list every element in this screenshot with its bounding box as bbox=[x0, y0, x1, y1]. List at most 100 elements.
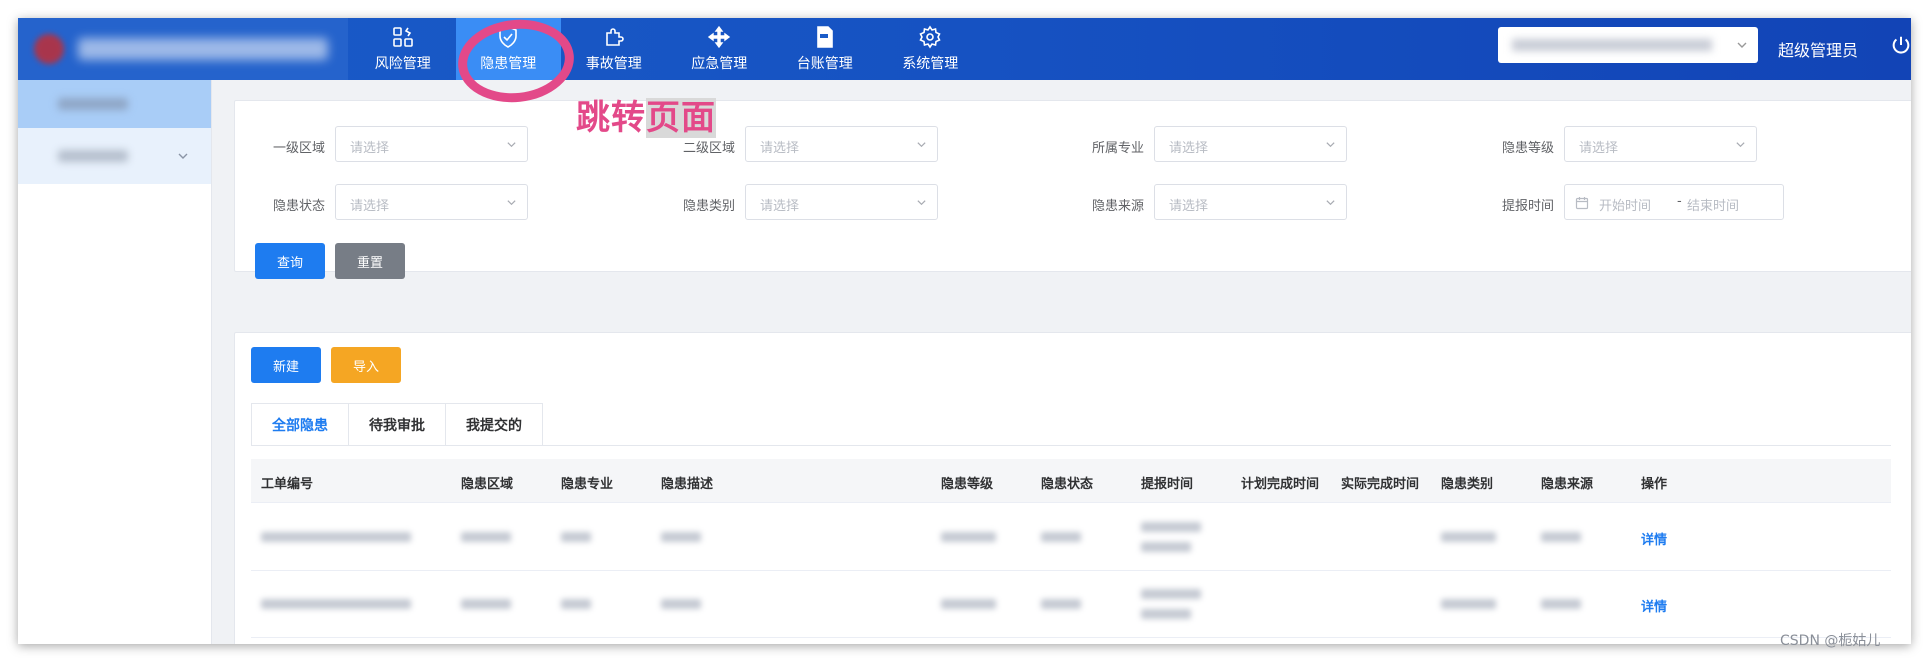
user-name[interactable]: 超级管理员 bbox=[1778, 37, 1858, 61]
nav-label: 台账管理 bbox=[796, 56, 853, 72]
sidebar bbox=[18, 80, 212, 644]
risk-icon bbox=[392, 27, 413, 47]
col-hazard-category: 隐患类别 bbox=[1441, 477, 1494, 492]
organization-select[interactable] bbox=[1498, 27, 1758, 63]
tab-my-submissions[interactable]: 我提交的 bbox=[446, 404, 542, 446]
cell-blurred bbox=[561, 532, 591, 542]
nav-label: 风险管理 bbox=[374, 56, 431, 72]
nav-system-management[interactable]: 系统管理 bbox=[878, 18, 984, 80]
chevron-down-icon bbox=[178, 153, 188, 159]
col-hazard-status: 隐患状态 bbox=[1041, 477, 1094, 492]
cell-blurred bbox=[261, 532, 411, 542]
level1-area-label: 一级区域 bbox=[272, 141, 325, 156]
select-placeholder: 请选择 bbox=[1169, 141, 1209, 156]
col-hazard-source: 隐患来源 bbox=[1541, 477, 1594, 492]
col-hazard-area: 隐患区域 bbox=[461, 477, 514, 492]
nav-label: 隐患管理 bbox=[480, 56, 537, 72]
start-time-placeholder[interactable]: 开始时间 bbox=[1599, 195, 1651, 214]
chevron-down-icon bbox=[507, 142, 516, 148]
power-icon[interactable] bbox=[1890, 34, 1911, 56]
hazard-category-select[interactable]: 请选择 bbox=[745, 184, 938, 220]
tabs-divider bbox=[251, 445, 1891, 446]
hazard-status-select[interactable]: 请选择 bbox=[335, 184, 528, 220]
brand-area[interactable] bbox=[18, 18, 348, 80]
level2-area-select[interactable]: 请选择 bbox=[745, 126, 938, 162]
specialty-label: 所属专业 bbox=[1091, 141, 1144, 156]
cell-blurred bbox=[1441, 532, 1496, 542]
cell-blurred bbox=[941, 532, 996, 542]
tab-pending-my-approval[interactable]: 待我审批 bbox=[349, 404, 446, 446]
nav-ledger-management[interactable]: 台账管理 bbox=[772, 18, 878, 80]
level2-area-label: 二级区域 bbox=[682, 141, 735, 156]
col-hazard-specialty: 隐患专业 bbox=[561, 477, 614, 492]
hazard-status-label: 隐患状态 bbox=[272, 199, 325, 214]
col-hazard-description: 隐患描述 bbox=[661, 477, 714, 492]
cell-blurred bbox=[661, 532, 701, 542]
annotation-text-part2: 页面 bbox=[646, 98, 716, 138]
select-placeholder: 请选择 bbox=[1579, 141, 1619, 156]
report-time-range-picker[interactable]: 开始时间 - 结束时间 bbox=[1564, 184, 1784, 220]
hazard-source-label: 隐患来源 bbox=[1091, 199, 1144, 214]
select-placeholder: 请选择 bbox=[760, 141, 800, 156]
chevron-down-icon bbox=[1737, 42, 1747, 48]
new-button[interactable]: 新建 bbox=[251, 347, 321, 383]
chevron-down-icon bbox=[917, 142, 926, 148]
col-actual-completion: 实际完成时间 bbox=[1341, 477, 1420, 492]
range-separator: - bbox=[1677, 194, 1682, 209]
hazard-level-select[interactable]: 请选择 bbox=[1564, 126, 1757, 162]
cell-blurred bbox=[1141, 522, 1201, 532]
organization-value-blurred bbox=[1512, 39, 1712, 51]
cell-blurred bbox=[1141, 542, 1191, 552]
nav-risk-management[interactable]: 风险管理 bbox=[350, 18, 456, 80]
nav-hazard-management[interactable]: 隐患管理 bbox=[455, 18, 561, 80]
cell-blurred bbox=[1041, 599, 1081, 609]
row-detail-link[interactable]: 详情 bbox=[1641, 529, 1667, 548]
import-button[interactable]: 导入 bbox=[331, 347, 401, 383]
col-actions: 操作 bbox=[1641, 477, 1668, 492]
cell-blurred bbox=[1041, 532, 1081, 542]
zip-file-icon bbox=[816, 26, 833, 48]
select-placeholder: 请选择 bbox=[350, 141, 390, 156]
logo-icon bbox=[34, 34, 64, 64]
chevron-down-icon bbox=[917, 200, 926, 206]
specialty-select[interactable]: 请选择 bbox=[1154, 126, 1347, 162]
hazard-list-panel: 新建 导入 全部隐患 待我审批 我提交的 工单编号 隐患区域 隐患专业 隐患描述… bbox=[234, 332, 1911, 644]
query-button[interactable]: 查询 bbox=[255, 243, 325, 279]
level1-area-select[interactable]: 请选择 bbox=[335, 126, 528, 162]
sidebar-item-group[interactable] bbox=[18, 128, 211, 184]
app-window: 风险管理 隐患管理 事故管理 应急管理 台账管理 系统管理 超级管理员 一级区域… bbox=[18, 18, 1911, 644]
col-hazard-level: 隐患等级 bbox=[941, 477, 994, 492]
chevron-down-icon bbox=[507, 200, 516, 206]
end-time-placeholder[interactable]: 结束时间 bbox=[1687, 195, 1739, 214]
hazard-level-label: 隐患等级 bbox=[1501, 141, 1554, 156]
col-report-time: 提报时间 bbox=[1141, 477, 1194, 492]
tab-all-hazards[interactable]: 全部隐患 bbox=[252, 404, 349, 446]
puzzle-icon bbox=[605, 28, 624, 46]
nav-label: 事故管理 bbox=[585, 56, 642, 72]
chevron-down-icon bbox=[1326, 142, 1335, 148]
col-order-number: 工单编号 bbox=[261, 477, 314, 492]
move-arrows-icon bbox=[708, 25, 731, 49]
hazard-source-select[interactable]: 请选择 bbox=[1154, 184, 1347, 220]
cell-blurred bbox=[661, 599, 701, 609]
filter-panel: 一级区域 请选择 二级区域 请选择 所属专业 请选择 隐患等级 请选择 隐患状态… bbox=[234, 100, 1911, 279]
calendar-icon bbox=[1575, 197, 1589, 210]
nav-label: 系统管理 bbox=[902, 56, 959, 72]
nav-emergency-management[interactable]: 应急管理 bbox=[667, 18, 773, 80]
cell-blurred bbox=[941, 599, 996, 609]
hazard-tabs: 全部隐患 待我审批 我提交的 bbox=[251, 403, 543, 446]
col-planned-completion: 计划完成时间 bbox=[1241, 477, 1320, 492]
chevron-down-icon bbox=[1326, 200, 1335, 206]
annotation-text: 跳转页面 bbox=[576, 90, 716, 139]
nav-accident-management[interactable]: 事故管理 bbox=[561, 18, 667, 80]
row-detail-link[interactable]: 详情 bbox=[1641, 596, 1667, 615]
cell-blurred bbox=[461, 532, 511, 542]
select-placeholder: 请选择 bbox=[1169, 199, 1209, 214]
check-shield-icon bbox=[499, 26, 518, 48]
sidebar-item-active[interactable] bbox=[18, 80, 211, 128]
table-header: 工单编号 隐患区域 隐患专业 隐患描述 隐患等级 隐患状态 提报时间 计划完成时… bbox=[251, 459, 1891, 503]
nav-label: 应急管理 bbox=[691, 56, 748, 72]
cell-blurred bbox=[461, 599, 511, 609]
reset-button[interactable]: 重置 bbox=[335, 243, 405, 279]
cell-blurred bbox=[1141, 609, 1191, 619]
